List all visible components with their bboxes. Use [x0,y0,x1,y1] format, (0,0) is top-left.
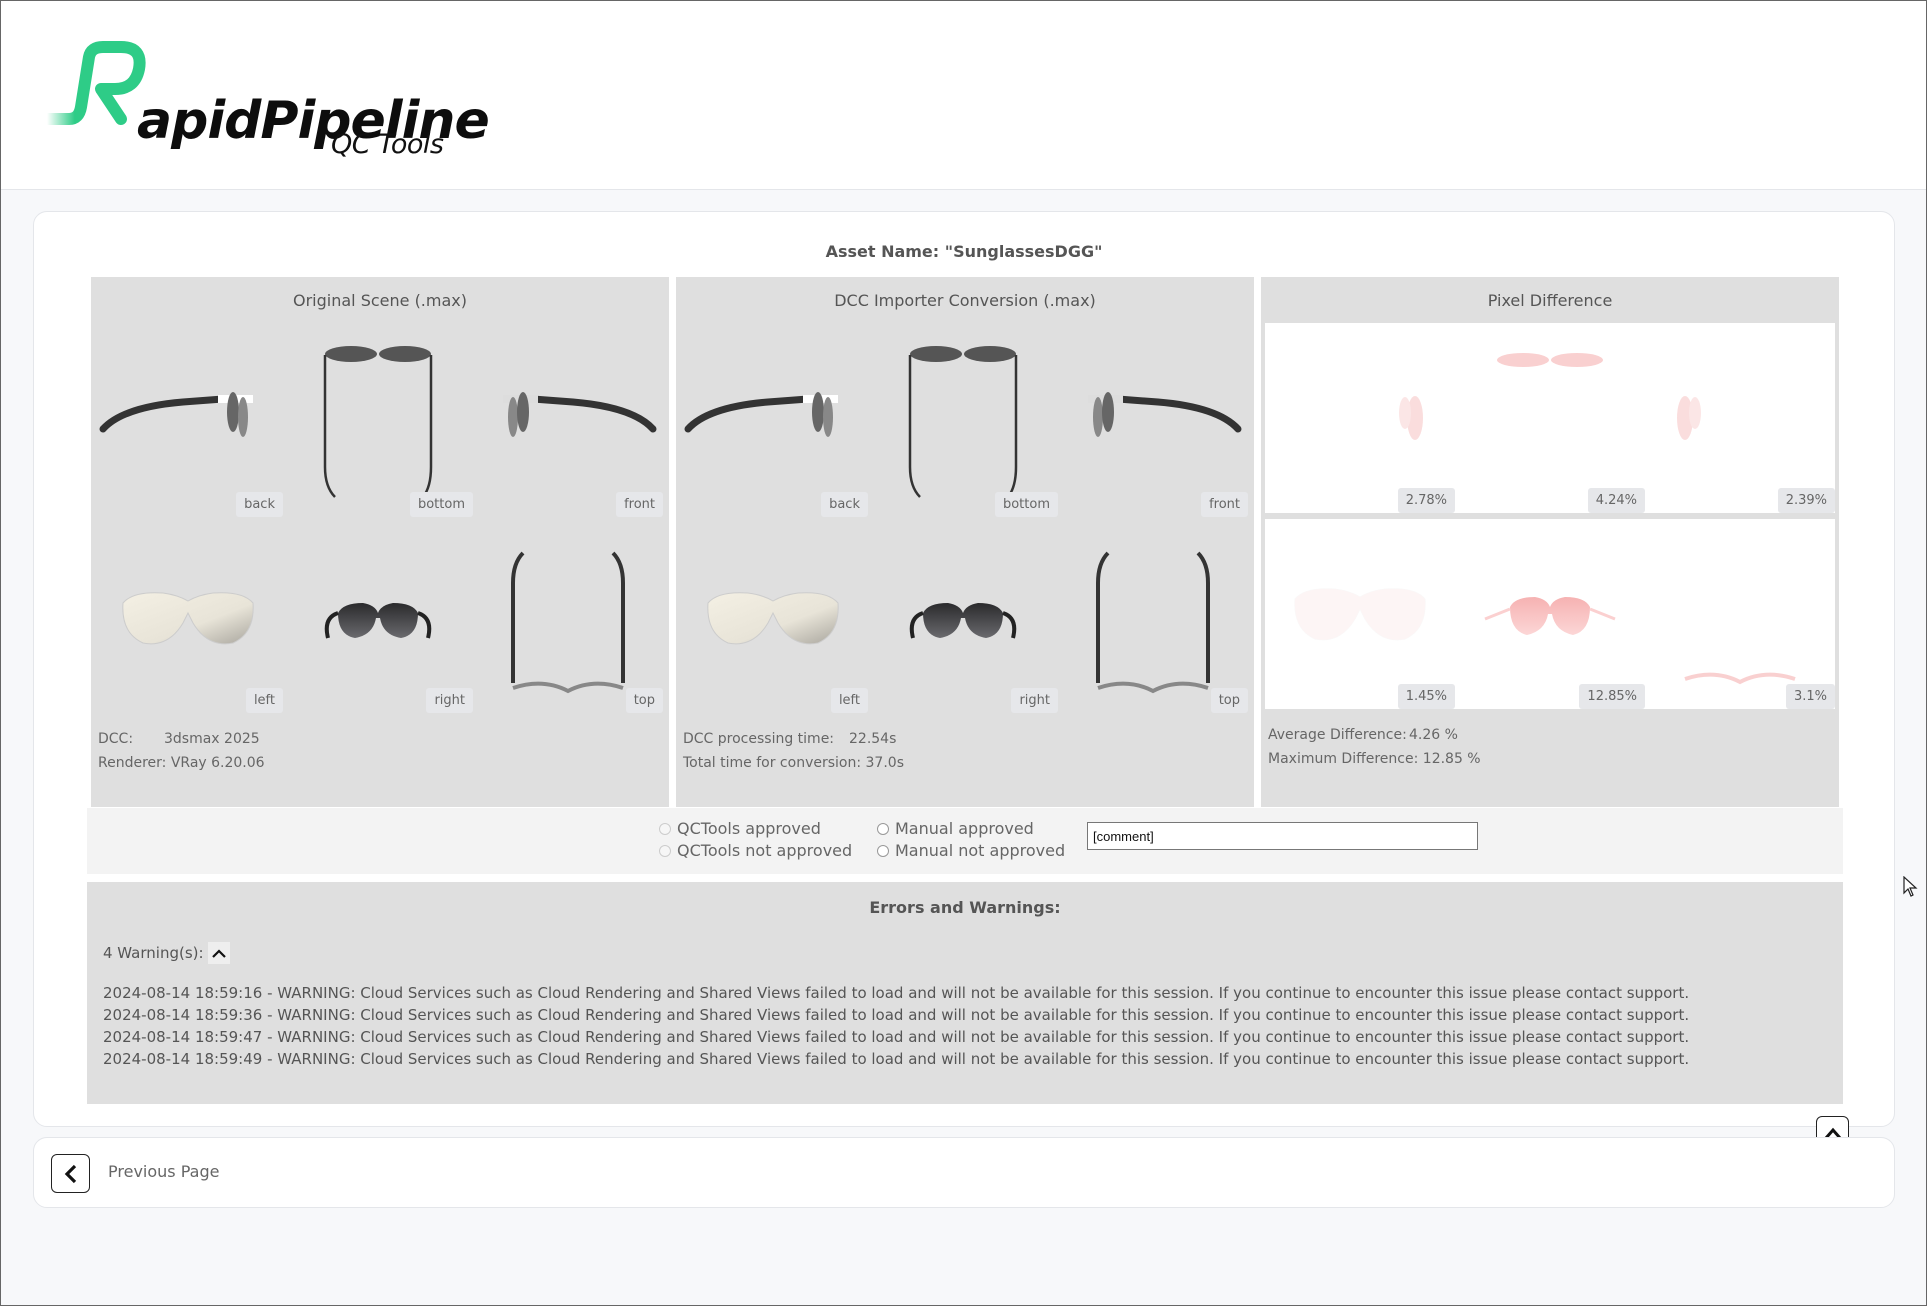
diff-thumb[interactable]: 2.78% [1265,323,1455,513]
warning-list: 2024-08-14 18:59:16 - WARNING: Cloud Ser… [103,982,1689,1070]
pixel-difference-panel: Pixel Difference 2.78% 4.24% 2.39% 1.45% [1261,277,1839,807]
comment-input[interactable] [1087,822,1478,850]
panel-title: DCC Importer Conversion (.max) [834,291,1096,310]
conversion-panel: DCC Importer Conversion (.max) back bott… [676,277,1254,807]
original-scene-panel: Original Scene (.max) back bottom front … [91,277,669,807]
approval-bar: QCTools approved QCTools not approved Ma… [87,808,1843,874]
manual-not-approved-radio[interactable] [877,845,889,857]
view-thumb-bottom[interactable]: bottom [283,327,473,517]
info-label: Maximum Difference: [1268,751,1419,767]
panel-title: Original Scene (.max) [293,291,467,310]
view-thumb-left[interactable]: left [678,523,868,713]
radio-label: QCTools not approved [677,841,853,860]
rapidpipeline-logo: apidPipeline QC Tools [45,41,490,171]
qctools-approved-radio[interactable] [659,823,671,835]
view-label: back [236,492,283,517]
info-value: 12.85 % [1422,751,1481,767]
errors-warnings-section: Errors and Warnings: 4 Warning(s): 2024-… [87,882,1843,1104]
panel-title: Pixel Difference [1487,291,1613,310]
view-label: right [1011,688,1058,713]
diff-row-1: 2.78% 4.24% 2.39% [1265,323,1835,513]
view-label: top [625,688,663,713]
info-value: 3dsmax 2025 [164,731,260,747]
info-value: 4.26 % [1409,727,1458,743]
info-value: 22.54s [849,731,897,747]
view-thumb-top[interactable]: top [1058,523,1248,713]
warning-count: 4 Warning(s): [103,944,204,962]
diff-thumb[interactable]: 2.39% [1645,323,1835,513]
diff-value: 3.1% [1785,684,1835,709]
radio-label: Manual approved [895,819,1034,838]
warning-item: 2024-08-14 18:59:16 - WARNING: Cloud Ser… [103,984,1690,1002]
view-label: right [426,688,473,713]
diff-value: 2.39% [1777,488,1835,513]
info-value: 37.0s [865,755,904,771]
view-thumb-right[interactable]: right [868,523,1058,713]
difference-info: Average Difference: 4.26 % Maximum Differ… [1268,723,1481,771]
diff-row-2: 1.45% 12.85% 3.1% [1265,519,1835,709]
view-label: bottom [409,492,473,517]
warning-count-row: 4 Warning(s): [103,942,230,964]
diff-thumb[interactable]: 1.45% [1265,519,1455,709]
diff-value: 2.78% [1397,488,1455,513]
manual-approved-radio[interactable] [877,823,889,835]
errors-title: Errors and Warnings: [869,898,1061,917]
info-label: DCC: [98,731,134,747]
manual-approval-group: Manual approved Manual not approved [877,818,1065,862]
diff-value: 1.45% [1397,684,1455,709]
view-thumb-right[interactable]: right [283,523,473,713]
diff-value: 12.85% [1579,684,1645,709]
logo-subtitle: QC Tools [331,129,444,160]
asset-name: Asset Name: "SunglassesDGG" [825,242,1103,261]
info-label: DCC processing time: [683,731,835,747]
scene-info: DCC: 3dsmax 2025 Renderer: VRay 6.20.06 [98,727,265,775]
diff-thumb[interactable]: 4.24% [1455,323,1645,513]
info-label: Total time for conversion: [683,755,862,771]
view-label: top [1210,688,1248,713]
view-label: left [830,688,868,713]
warning-item: 2024-08-14 18:59:47 - WARNING: Cloud Ser… [103,1028,1690,1046]
diff-value: 4.24% [1587,488,1645,513]
collapse-warnings-button[interactable] [207,942,230,964]
qctools-approval-group: QCTools approved QCTools not approved [659,818,852,862]
diff-thumb[interactable]: 3.1% [1645,519,1835,709]
manual-not-approved-option[interactable]: Manual not approved [877,840,1065,862]
view-label: front [1201,492,1248,517]
warning-item: 2024-08-14 18:59:49 - WARNING: Cloud Ser… [103,1050,1690,1068]
previous-page-button[interactable] [51,1154,90,1193]
view-label: bottom [994,492,1058,517]
radio-label: QCTools approved [677,819,821,838]
qctools-approved-option[interactable]: QCTools approved [659,818,852,840]
info-label: Average Difference: [1268,727,1407,743]
warning-item: 2024-08-14 18:59:36 - WARNING: Cloud Ser… [103,1006,1690,1024]
diff-thumb[interactable]: 12.85% [1455,519,1645,709]
view-thumb-left[interactable]: left [93,523,283,713]
info-value: VRay 6.20.06 [170,755,265,771]
view-thumb-back[interactable]: back [678,327,868,517]
view-label: back [821,492,868,517]
page-navigation: Previous Page [33,1137,1895,1208]
previous-page-label[interactable]: Previous Page [108,1162,219,1181]
view-thumb-front[interactable]: front [1058,327,1248,517]
qc-report-card: Asset Name: "SunglassesDGG" Original Sce… [33,211,1895,1127]
view-label: left [245,688,283,713]
manual-approved-option[interactable]: Manual approved [877,818,1065,840]
chevron-left-icon [64,1164,76,1183]
qctools-not-approved-option[interactable]: QCTools not approved [659,840,852,862]
view-thumb-back[interactable]: back [93,327,283,517]
view-thumb-top[interactable]: top [473,523,663,713]
info-label: Renderer: [98,755,167,771]
qctools-not-approved-radio[interactable] [659,845,671,857]
chevron-up-icon [211,949,226,958]
view-label: front [616,492,663,517]
app-header: apidPipeline QC Tools [1,1,1926,190]
radio-label: Manual not approved [895,841,1066,860]
conversion-info: DCC processing time: 22.54s Total time fo… [683,727,904,775]
view-thumb-bottom[interactable]: bottom [868,327,1058,517]
view-thumb-front[interactable]: front [473,327,663,517]
mouse-cursor-icon [1903,876,1918,897]
